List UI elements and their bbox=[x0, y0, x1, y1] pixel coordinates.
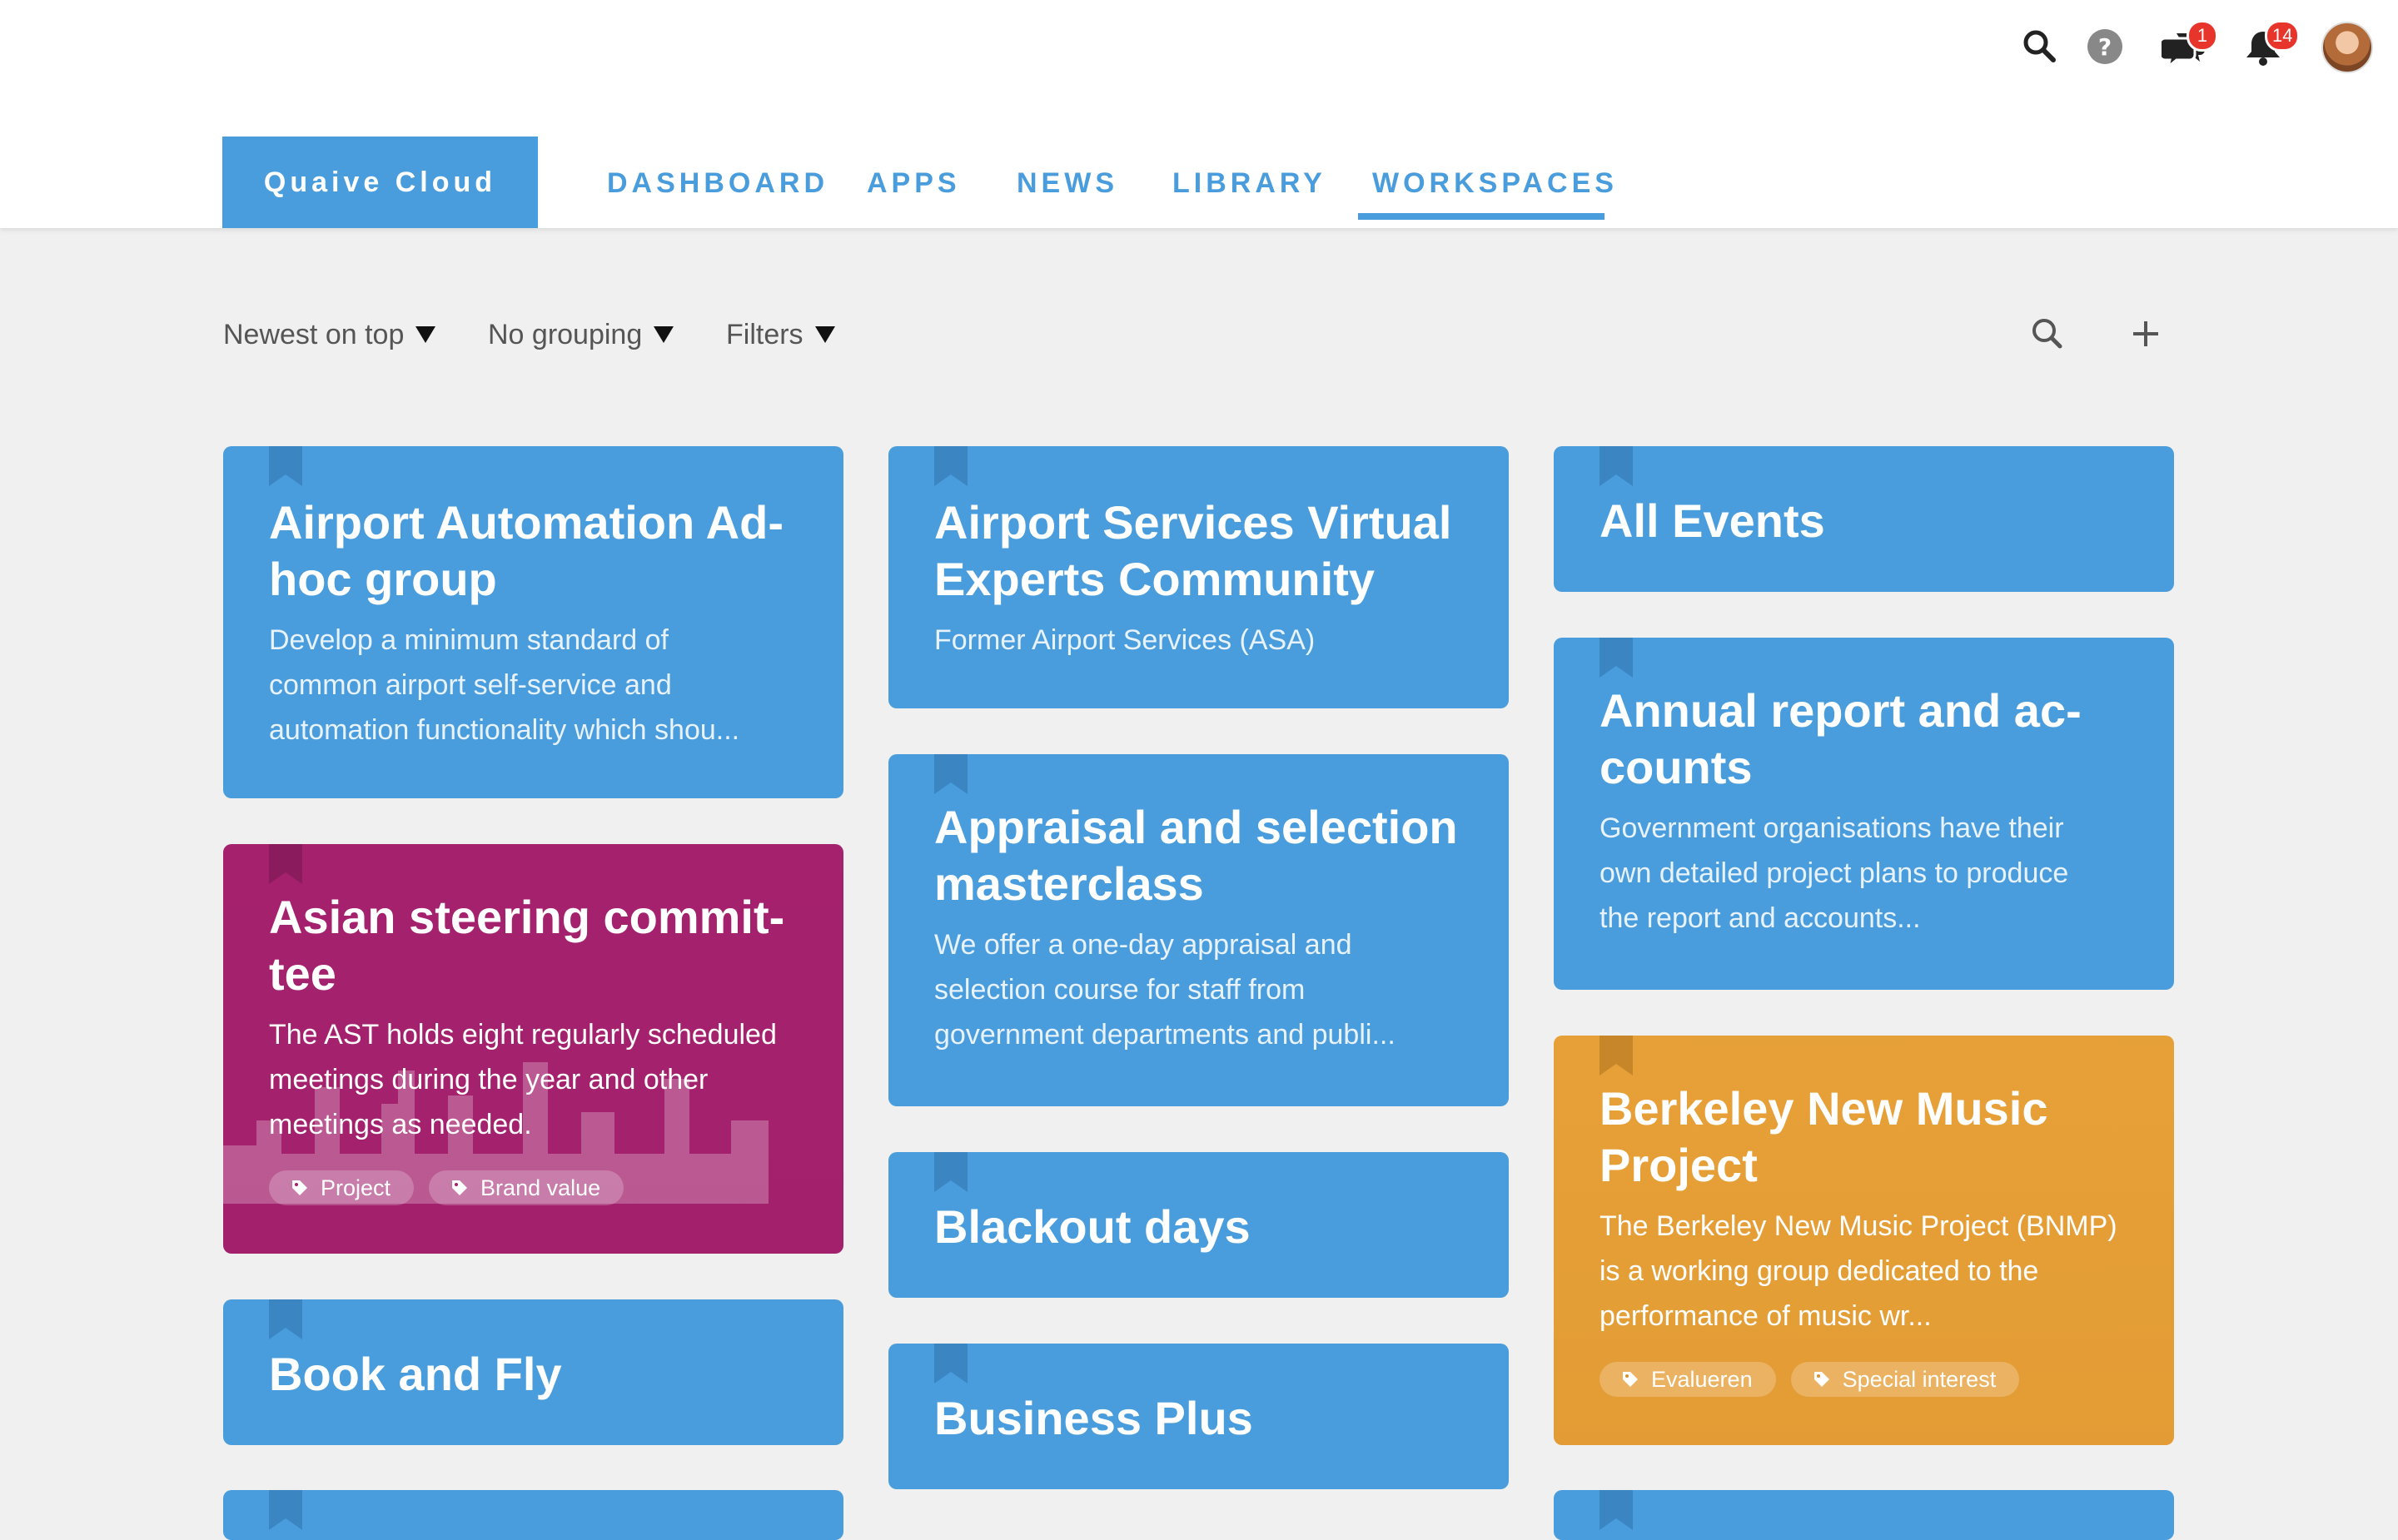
top-header: Quaive Cloud DASHBOARD APPS NEWS LIBRARY… bbox=[0, 0, 2398, 228]
card-description: selection course for staff from bbox=[934, 974, 1306, 1006]
card-description: The AST holds eight regularly scheduled bbox=[269, 1019, 777, 1051]
bookmark-icon[interactable] bbox=[1599, 1036, 1633, 1076]
filters-dropdown[interactable]: Filters bbox=[726, 315, 835, 355]
bookmark-icon[interactable] bbox=[934, 1344, 968, 1384]
card-title: Appraisal and selection bbox=[934, 801, 1458, 853]
card-title: masterclass bbox=[934, 857, 1204, 910]
sort-label: Newest on top bbox=[223, 319, 405, 350]
workspace-card[interactable]: Airport Services Virtual Experts Communi… bbox=[888, 446, 1509, 708]
grouping-label: No grouping bbox=[488, 319, 643, 350]
card-title: Asian steering commit- bbox=[269, 891, 785, 943]
bookmark-icon[interactable] bbox=[1599, 1490, 1633, 1530]
card-title: counts bbox=[1599, 741, 1753, 793]
card-description: the report and accounts... bbox=[1599, 902, 1921, 934]
card-description: own detailed project plans to produce bbox=[1599, 857, 2069, 889]
nav-tab-library[interactable]: LIBRARY bbox=[1172, 163, 1326, 203]
nav-tab-news[interactable]: NEWS bbox=[1017, 163, 1118, 203]
bookmark-icon[interactable] bbox=[269, 1490, 302, 1530]
card-title: Experts Community bbox=[934, 553, 1375, 605]
workspace-card[interactable]: Berkeley New Music Project The Berkeley … bbox=[1554, 1036, 2174, 1445]
workspace-card[interactable]: Book and Fly bbox=[223, 1299, 843, 1445]
tag-chip[interactable]: Evalueren bbox=[1599, 1362, 1776, 1397]
card-description: We offer a one-day appraisal and bbox=[934, 929, 1352, 961]
notifications-badge: 14 bbox=[2265, 20, 2301, 52]
card-title: Blackout days bbox=[934, 1200, 1251, 1253]
tag-label: Evalueren bbox=[1651, 1366, 1753, 1392]
active-tab-underline bbox=[1358, 213, 1604, 220]
card-description: common airport self-service and bbox=[269, 669, 672, 701]
workspace-card[interactable] bbox=[1554, 1490, 2174, 1540]
card-description: meetings as needed. bbox=[269, 1109, 532, 1140]
bookmark-icon[interactable] bbox=[269, 446, 302, 486]
brand-logo[interactable]: Quaive Cloud bbox=[222, 137, 538, 228]
tag-icon bbox=[1623, 1372, 1638, 1387]
nav-tab-workspaces[interactable]: WORKSPACES bbox=[1372, 163, 1618, 203]
tag-label: Brand value bbox=[480, 1175, 601, 1200]
workspace-card[interactable]: Business Plus bbox=[888, 1344, 1509, 1489]
help-icon[interactable]: ? bbox=[2083, 25, 2127, 68]
bookmark-icon[interactable] bbox=[1599, 446, 1633, 486]
user-avatar[interactable] bbox=[2321, 22, 2373, 73]
card-title: hoc group bbox=[269, 553, 497, 605]
caret-down-icon bbox=[415, 326, 436, 343]
workspace-card[interactable]: Appraisal and selection masterclass We o… bbox=[888, 754, 1509, 1106]
search-workspaces-icon[interactable] bbox=[2027, 313, 2068, 355]
card-description: Government organisations have their bbox=[1599, 812, 2064, 844]
bookmark-icon[interactable] bbox=[934, 446, 968, 486]
tag-icon bbox=[1813, 1372, 1829, 1387]
tag-chip[interactable]: Brand value bbox=[429, 1170, 624, 1205]
messages-badge: 1 bbox=[2187, 20, 2218, 52]
search-icon[interactable] bbox=[2018, 25, 2062, 68]
card-description: Develop a minimum standard of bbox=[269, 624, 669, 656]
tag-label: Special interest bbox=[1842, 1366, 1997, 1392]
bookmark-icon[interactable] bbox=[934, 754, 968, 794]
workspace-card[interactable]: Blackout days bbox=[888, 1152, 1509, 1298]
card-description: Former Airport Services (ASA) bbox=[934, 624, 1316, 656]
bookmark-icon[interactable] bbox=[269, 844, 302, 884]
workspace-card[interactable] bbox=[223, 1490, 843, 1540]
tag-chip[interactable]: Project bbox=[269, 1170, 415, 1205]
sort-dropdown[interactable]: Newest on top bbox=[223, 315, 436, 355]
bookmark-icon[interactable] bbox=[269, 1299, 302, 1339]
card-description: government departments and publi... bbox=[934, 1019, 1396, 1051]
grouping-dropdown[interactable]: No grouping bbox=[488, 315, 674, 355]
tag-chip[interactable]: Special interest bbox=[1790, 1362, 2020, 1397]
bell-icon[interactable]: 14 bbox=[2241, 20, 2301, 68]
card-title: Airport Services Virtual bbox=[934, 496, 1452, 549]
card-description: performance of music wr... bbox=[1599, 1300, 1932, 1332]
svg-text:?: ? bbox=[2098, 33, 2112, 61]
workspace-card[interactable]: Annual report and ac- counts Government … bbox=[1554, 638, 2174, 990]
card-title: tee bbox=[269, 947, 336, 1000]
nav-tab-dashboard[interactable]: DASHBOARD bbox=[607, 163, 828, 203]
card-description: automation functionality which shou... bbox=[269, 714, 740, 746]
tag-icon bbox=[292, 1180, 307, 1195]
card-description: The Berkeley New Music Project (BNMP) bbox=[1599, 1210, 2117, 1242]
add-workspace-icon[interactable] bbox=[2125, 313, 2167, 355]
card-title: Project bbox=[1599, 1139, 1758, 1191]
tag-icon bbox=[452, 1180, 468, 1195]
card-title: Business Plus bbox=[934, 1392, 1253, 1444]
bookmark-icon[interactable] bbox=[1599, 638, 1633, 678]
chat-icon[interactable]: 1 bbox=[2158, 20, 2218, 70]
nav-tab-apps[interactable]: APPS bbox=[867, 163, 961, 203]
card-title: Berkeley New Music bbox=[1599, 1082, 2048, 1135]
workspace-card[interactable]: All Events bbox=[1554, 446, 2174, 592]
caret-down-icon bbox=[654, 326, 674, 343]
filters-label: Filters bbox=[726, 319, 803, 350]
card-title: Annual report and ac- bbox=[1599, 684, 2082, 737]
card-description: meetings during the year and other bbox=[269, 1064, 709, 1095]
bookmark-icon[interactable] bbox=[934, 1152, 968, 1192]
card-title: Airport Automation Ad- bbox=[269, 496, 784, 549]
card-description: is a working group dedicated to the bbox=[1599, 1255, 2039, 1287]
tag-label: Project bbox=[321, 1175, 391, 1200]
caret-down-icon bbox=[814, 326, 835, 343]
card-title: Book and Fly bbox=[269, 1348, 562, 1400]
card-title: All Events bbox=[1599, 494, 1825, 547]
workspace-card[interactable]: Asian steering commit- tee The AST holds… bbox=[223, 844, 843, 1254]
workspace-card[interactable]: Airport Automation Ad- hoc group Develop… bbox=[223, 446, 843, 798]
